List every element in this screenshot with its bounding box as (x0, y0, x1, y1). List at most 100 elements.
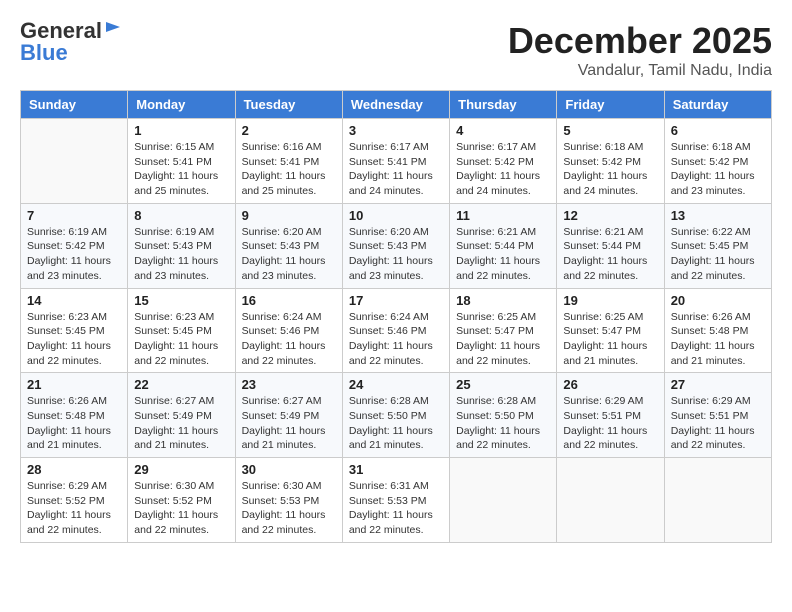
day-number: 17 (349, 293, 443, 308)
day-info: Sunrise: 6:21 AM Sunset: 5:44 PM Dayligh… (456, 225, 550, 284)
day-info: Sunrise: 6:25 AM Sunset: 5:47 PM Dayligh… (456, 310, 550, 369)
calendar-cell: 3Sunrise: 6:17 AM Sunset: 5:41 PM Daylig… (342, 119, 449, 204)
calendar-week-row: 28Sunrise: 6:29 AM Sunset: 5:52 PM Dayli… (21, 458, 772, 543)
day-info: Sunrise: 6:20 AM Sunset: 5:43 PM Dayligh… (349, 225, 443, 284)
day-info: Sunrise: 6:29 AM Sunset: 5:51 PM Dayligh… (671, 394, 765, 453)
calendar-cell: 13 Sunrise: 6:22 AM Sunset: 5:45 PM Dayli… (664, 203, 771, 288)
calendar-header-saturday: Saturday (664, 91, 771, 119)
day-number: 31 (349, 462, 443, 477)
day-number: 26 (563, 377, 657, 392)
day-info: Sunrise: 6:23 AM Sunset: 5:45 PM Dayligh… (134, 310, 228, 369)
calendar-table: SundayMondayTuesdayWednesdayThursdayFrid… (20, 90, 772, 543)
day-info: Sunrise: 6:27 AM Sunset: 5:49 PM Dayligh… (134, 394, 228, 453)
day-info: Sunrise: 6:15 AM Sunset: 5:41 PM Dayligh… (134, 140, 228, 199)
calendar-cell: 25 Sunrise: 6:28 AM Sunset: 5:50 PM Dayli… (450, 373, 557, 458)
calendar-cell: 21 Sunrise: 6:26 AM Sunset: 5:48 PM Dayli… (21, 373, 128, 458)
day-number: 8 (134, 208, 228, 223)
day-info: Sunrise: 6:22 AM Sunset: 5:45 PM Dayligh… (671, 225, 765, 284)
calendar-header-tuesday: Tuesday (235, 91, 342, 119)
calendar-week-row: 14 Sunrise: 6:23 AM Sunset: 5:45 PM Dayli… (21, 288, 772, 373)
calendar-cell: 7 Sunrise: 6:19 AM Sunset: 5:42 PM Daylig… (21, 203, 128, 288)
day-number: 13 (671, 208, 765, 223)
calendar-cell: 12Sunrise: 6:21 AM Sunset: 5:44 PM Dayli… (557, 203, 664, 288)
calendar-cell: 31 Sunrise: 6:31 AM Sunset: 5:53 PM Dayli… (342, 458, 449, 543)
calendar-week-row: 1 Sunrise: 6:15 AM Sunset: 5:41 PM Daylig… (21, 119, 772, 204)
logo-flag-icon (104, 22, 122, 38)
calendar-header-row: SundayMondayTuesdayWednesdayThursdayFrid… (21, 91, 772, 119)
day-number: 14 (27, 293, 121, 308)
calendar-header-wednesday: Wednesday (342, 91, 449, 119)
calendar-cell: 30Sunrise: 6:30 AM Sunset: 5:53 PM Dayli… (235, 458, 342, 543)
day-number: 25 (456, 377, 550, 392)
calendar-cell: 8 Sunrise: 6:19 AM Sunset: 5:43 PM Daylig… (128, 203, 235, 288)
day-number: 21 (27, 377, 121, 392)
day-info: Sunrise: 6:19 AM Sunset: 5:43 PM Dayligh… (134, 225, 228, 284)
day-info: Sunrise: 6:19 AM Sunset: 5:42 PM Dayligh… (27, 225, 121, 284)
day-number: 23 (242, 377, 336, 392)
day-info: Sunrise: 6:28 AM Sunset: 5:50 PM Dayligh… (456, 394, 550, 453)
day-number: 1 (134, 123, 228, 138)
day-info: Sunrise: 6:24 AM Sunset: 5:46 PM Dayligh… (349, 310, 443, 369)
calendar-cell: 22 Sunrise: 6:27 AM Sunset: 5:49 PM Dayli… (128, 373, 235, 458)
calendar-cell: 14 Sunrise: 6:23 AM Sunset: 5:45 PM Dayli… (21, 288, 128, 373)
calendar-cell: 11Sunrise: 6:21 AM Sunset: 5:44 PM Dayli… (450, 203, 557, 288)
day-number: 9 (242, 208, 336, 223)
day-info: Sunrise: 6:28 AM Sunset: 5:50 PM Dayligh… (349, 394, 443, 453)
calendar-cell: 24 Sunrise: 6:28 AM Sunset: 5:50 PM Dayli… (342, 373, 449, 458)
day-number: 30 (242, 462, 336, 477)
day-info: Sunrise: 6:30 AM Sunset: 5:52 PM Dayligh… (134, 479, 228, 538)
logo-general: General (20, 20, 102, 42)
calendar-cell: 23 Sunrise: 6:27 AM Sunset: 5:49 PM Dayli… (235, 373, 342, 458)
day-number: 27 (671, 377, 765, 392)
calendar-cell: 18 Sunrise: 6:25 AM Sunset: 5:47 PM Dayli… (450, 288, 557, 373)
calendar-week-row: 21 Sunrise: 6:26 AM Sunset: 5:48 PM Dayli… (21, 373, 772, 458)
day-info: Sunrise: 6:26 AM Sunset: 5:48 PM Dayligh… (671, 310, 765, 369)
day-info: Sunrise: 6:21 AM Sunset: 5:44 PM Dayligh… (563, 225, 657, 284)
calendar-cell (450, 458, 557, 543)
day-number: 19 (563, 293, 657, 308)
day-number: 29 (134, 462, 228, 477)
calendar-cell: 10Sunrise: 6:20 AM Sunset: 5:43 PM Dayli… (342, 203, 449, 288)
header: General Blue December 2025 Vandalur, Tam… (20, 20, 772, 80)
calendar-cell: 16 Sunrise: 6:24 AM Sunset: 5:46 PM Dayli… (235, 288, 342, 373)
calendar-cell: 1 Sunrise: 6:15 AM Sunset: 5:41 PM Daylig… (128, 119, 235, 204)
calendar-cell: 9 Sunrise: 6:20 AM Sunset: 5:43 PM Daylig… (235, 203, 342, 288)
calendar-header-monday: Monday (128, 91, 235, 119)
calendar-cell: 15 Sunrise: 6:23 AM Sunset: 5:45 PM Dayli… (128, 288, 235, 373)
day-info: Sunrise: 6:27 AM Sunset: 5:49 PM Dayligh… (242, 394, 336, 453)
calendar-cell: 27 Sunrise: 6:29 AM Sunset: 5:51 PM Dayli… (664, 373, 771, 458)
day-info: Sunrise: 6:18 AM Sunset: 5:42 PM Dayligh… (563, 140, 657, 199)
logo-blue: Blue (20, 42, 68, 64)
day-number: 15 (134, 293, 228, 308)
calendar-cell: 19 Sunrise: 6:25 AM Sunset: 5:47 PM Dayli… (557, 288, 664, 373)
day-number: 5 (563, 123, 657, 138)
calendar-cell: 26 Sunrise: 6:29 AM Sunset: 5:51 PM Dayli… (557, 373, 664, 458)
day-number: 22 (134, 377, 228, 392)
calendar-cell (21, 119, 128, 204)
day-info: Sunrise: 6:25 AM Sunset: 5:47 PM Dayligh… (563, 310, 657, 369)
title-section: December 2025 Vandalur, Tamil Nadu, Indi… (508, 20, 772, 80)
day-number: 2 (242, 123, 336, 138)
calendar-cell: 6Sunrise: 6:18 AM Sunset: 5:42 PM Daylig… (664, 119, 771, 204)
day-number: 16 (242, 293, 336, 308)
calendar-cell: 17 Sunrise: 6:24 AM Sunset: 5:46 PM Dayli… (342, 288, 449, 373)
day-info: Sunrise: 6:24 AM Sunset: 5:46 PM Dayligh… (242, 310, 336, 369)
day-info: Sunrise: 6:16 AM Sunset: 5:41 PM Dayligh… (242, 140, 336, 199)
day-info: Sunrise: 6:31 AM Sunset: 5:53 PM Dayligh… (349, 479, 443, 538)
day-number: 24 (349, 377, 443, 392)
month-year-title: December 2025 (508, 20, 772, 62)
day-info: Sunrise: 6:29 AM Sunset: 5:51 PM Dayligh… (563, 394, 657, 453)
calendar-cell: 28Sunrise: 6:29 AM Sunset: 5:52 PM Dayli… (21, 458, 128, 543)
location-subtitle: Vandalur, Tamil Nadu, India (508, 62, 772, 80)
day-info: Sunrise: 6:26 AM Sunset: 5:48 PM Dayligh… (27, 394, 121, 453)
calendar-cell: 20Sunrise: 6:26 AM Sunset: 5:48 PM Dayli… (664, 288, 771, 373)
day-number: 18 (456, 293, 550, 308)
calendar-header-sunday: Sunday (21, 91, 128, 119)
calendar-cell (664, 458, 771, 543)
day-number: 7 (27, 208, 121, 223)
day-info: Sunrise: 6:17 AM Sunset: 5:42 PM Dayligh… (456, 140, 550, 199)
day-info: Sunrise: 6:20 AM Sunset: 5:43 PM Dayligh… (242, 225, 336, 284)
calendar-header-friday: Friday (557, 91, 664, 119)
day-number: 6 (671, 123, 765, 138)
day-info: Sunrise: 6:23 AM Sunset: 5:45 PM Dayligh… (27, 310, 121, 369)
